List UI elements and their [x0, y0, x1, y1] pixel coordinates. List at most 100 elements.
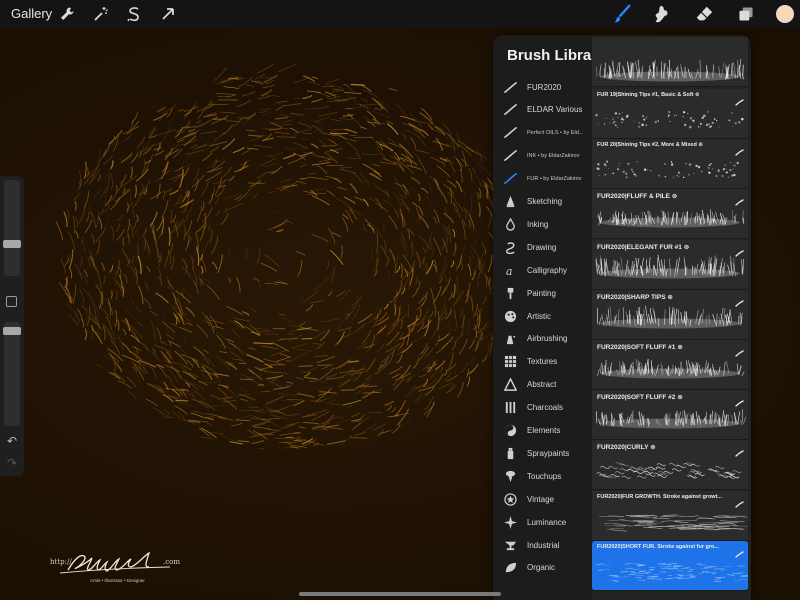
brush-category-item[interactable]: ELDAR Various	[493, 99, 593, 121]
home-indicator[interactable]	[299, 592, 501, 596]
spray-can-icon	[503, 446, 517, 460]
swirl-icon	[503, 240, 517, 254]
modify-button[interactable]	[6, 296, 17, 307]
touchup-icon	[503, 469, 517, 483]
brush-name: FUR2020|SHARP TIPS ⊚	[597, 293, 673, 301]
charcoal-bars-icon	[503, 401, 517, 415]
brush-category-item[interactable]: FUR • by EldarZakirov	[493, 168, 593, 190]
brush-item[interactable]: FUR2020|CURLY ⊚	[592, 440, 748, 491]
airbrush-icon	[503, 332, 517, 346]
brush-stroke-icon	[735, 143, 744, 156]
brush-category-item[interactable]: Artistic	[493, 305, 593, 327]
brush-category-label: Organic	[527, 563, 556, 573]
brush-category-label: Airbrushing	[527, 334, 568, 344]
brush-category-item[interactable]: Textures	[493, 351, 593, 373]
palette-icon	[503, 309, 517, 323]
brush-name: FUR2020|SOFT FLUFF #1 ⊚	[597, 344, 683, 351]
smudge-icon[interactable]	[651, 3, 673, 25]
brush-category-label: Artistic	[527, 311, 551, 321]
brush-opacity-slider[interactable]	[4, 322, 20, 426]
imported-brush-icon	[503, 172, 517, 186]
brush-category-item[interactable]: Touchups	[493, 465, 593, 487]
triangle-icon	[503, 378, 517, 392]
wrench-icon[interactable]	[58, 5, 76, 23]
layers-icon[interactable]	[735, 3, 757, 25]
brush-stroke-icon	[735, 495, 744, 508]
brush-item[interactable]: FUR2020|SOFT FLUFF #1 ⊚	[592, 340, 748, 390]
brush-list: FUR 19|Shining Tips #1, Basic & Soft ⊚ FU…	[592, 37, 751, 600]
brush-category-label: Textures	[527, 357, 558, 367]
brush-item[interactable]: FUR2020|FUR GROWTH. Stroke against growt…	[592, 490, 748, 541]
brush-stroke-icon	[735, 193, 744, 207]
brush-item[interactable]: FUR2020|ELEGANT FUR #1 ⊚	[592, 239, 748, 290]
brush-category-item[interactable]: Painting	[493, 282, 593, 304]
imported-brush-icon	[503, 126, 517, 140]
leaf-icon	[503, 561, 517, 575]
brush-name: FUR2020|SOFT FLUFF #2 ⊚	[597, 394, 683, 402]
brush-category-item[interactable]: Airbrushing	[493, 328, 593, 350]
brush-category-item[interactable]: a Calligraphy	[493, 259, 593, 281]
brush-category-item[interactable]: Organic	[493, 557, 593, 579]
brush-category-label: Vintage	[527, 494, 554, 504]
brush-stroke-icon	[735, 344, 744, 357]
brush-category-label: Perfect OILS • by Eld...	[527, 129, 584, 136]
brush-icon[interactable]	[611, 3, 633, 25]
current-color-swatch[interactable]	[776, 5, 794, 23]
brush-category-item[interactable]: Industrial	[493, 534, 593, 556]
brush-category-label: Inking	[527, 219, 549, 229]
eraser-icon[interactable]	[693, 3, 715, 25]
imported-brush-icon	[503, 80, 517, 94]
brush-category-item[interactable]: Inking	[493, 213, 593, 235]
brush-item[interactable]: FUR2020|SHARP TIPS ⊚	[592, 289, 748, 340]
redo-icon[interactable]: ↷	[5, 456, 19, 470]
brush-category-label: FUR2020	[527, 82, 562, 92]
brush-name: FUR 20|Shining Tips #2, More & Mixed ⊚	[597, 142, 703, 149]
brush-library-panel: Brush Library + FUR2020ELDAR VariousPerf…	[493, 35, 751, 600]
anvil-icon	[503, 538, 517, 552]
brush-category-label: Industrial	[527, 540, 560, 550]
brush-category-item[interactable]: Elements	[493, 420, 593, 442]
brush-category-label: Sketching	[527, 197, 563, 206]
brush-category-item[interactable]: Charcoals	[493, 397, 593, 419]
transform-arrow-icon[interactable]	[159, 5, 177, 23]
brush-item[interactable]: FUR2020|SHORT FUR. Stroke against fur gr…	[592, 540, 748, 591]
brush-category-label: Drawing	[527, 242, 557, 252]
brush-category-label: Painting	[527, 288, 556, 298]
brush-category-item[interactable]: Drawing	[493, 236, 593, 258]
brush-item[interactable]: FUR2020|FLUFF & PILE ⊚	[592, 189, 748, 240]
brush-size-slider[interactable]	[4, 180, 20, 276]
brush-category-item[interactable]: Spraypaints	[493, 442, 593, 464]
signature-subtitle: Artist • Illustrator • Designer	[90, 578, 145, 583]
brush-size-thumb[interactable]	[3, 240, 21, 248]
gallery-button[interactable]: Gallery	[11, 6, 52, 21]
brush-item[interactable]: FUR 20|Shining Tips #2, More & Mixed ⊚	[592, 139, 748, 190]
selection-icon[interactable]	[125, 5, 143, 23]
brush-category-label: INK • by EldarZakirov	[527, 152, 580, 159]
calligraphy-a-icon: a	[503, 263, 517, 277]
brush-category-label: FUR • by EldarZakirov	[527, 175, 582, 182]
undo-icon[interactable]: ↶	[5, 434, 19, 448]
brush-stroke-icon	[735, 93, 744, 106]
star-badge-icon	[503, 492, 517, 506]
brush-category-item[interactable]: INK • by EldarZakirov	[493, 145, 593, 167]
brush-category-label: Touchups	[527, 471, 562, 481]
magic-wand-icon[interactable]	[92, 5, 110, 23]
brush-opacity-thumb[interactable]	[3, 327, 21, 335]
brush-name: FUR 19|Shining Tips #1, Basic & Soft ⊚	[597, 92, 700, 98]
brush-category-item[interactable]: Abstract	[493, 374, 593, 396]
top-toolbar: Gallery	[0, 0, 800, 28]
brush-item[interactable]: FUR 19|Shining Tips #1, Basic & Soft ⊚	[592, 89, 748, 139]
brush-category-item[interactable]: Sketching	[493, 191, 593, 213]
brush-stroke-icon	[735, 244, 744, 257]
brush-category-item[interactable]: Vintage	[493, 488, 593, 510]
brush-category-item[interactable]: Luminance	[493, 511, 593, 533]
texture-grid-icon	[503, 355, 517, 369]
brush-category-label: ELDAR Various	[527, 105, 583, 115]
brush-name: FUR2020|SHORT FUR. Stroke against fur gr…	[597, 543, 719, 550]
brush-category-item[interactable]: FUR2020	[493, 76, 593, 98]
brush-stroke-icon	[735, 394, 744, 407]
brush-category-item[interactable]: Perfect OILS • by Eld...	[493, 122, 593, 144]
brush-item[interactable]: FUR2020|SOFT FLUFF #2 ⊚	[592, 390, 748, 441]
brush-item-partial[interactable]	[592, 37, 748, 87]
brush-name: FUR2020|FUR GROWTH. Stroke against growt…	[597, 493, 722, 500]
